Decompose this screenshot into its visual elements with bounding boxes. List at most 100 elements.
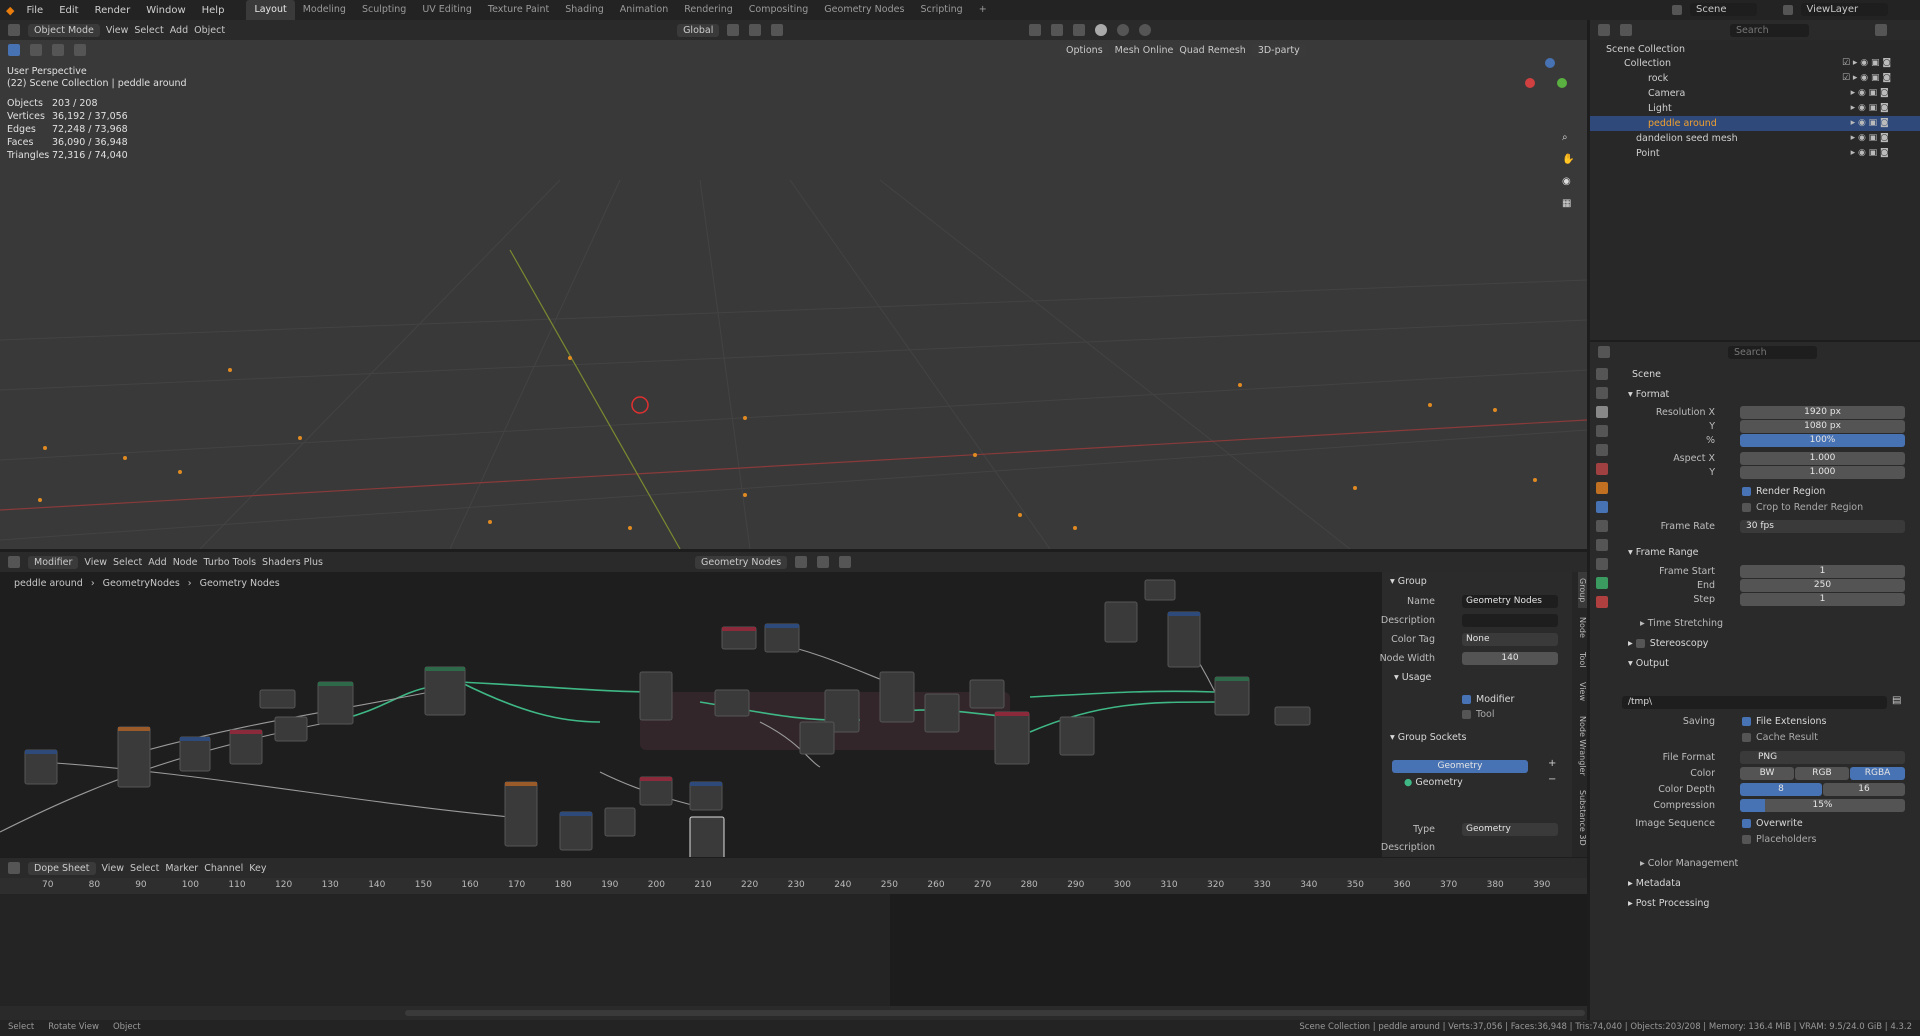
menu-edit[interactable]: Edit: [51, 5, 86, 16]
unlink-icon[interactable]: [817, 556, 830, 568]
viewlayer-selector[interactable]: ViewLayer: [1800, 3, 1889, 16]
visibility-toggles[interactable]: ☑ ▸ ◉ ▣ ◙ ☑ ▸ ◉ ▣ ◙ ▸ ◉ ▣ ◙ ▸ ◉ ▣ ◙ ▸ ◉ ▣…: [1842, 56, 1891, 161]
menu-select[interactable]: Select: [134, 25, 163, 36]
tab-compositing[interactable]: Compositing: [741, 0, 817, 20]
tab-sculpting[interactable]: Sculpting: [354, 0, 414, 20]
menu-view[interactable]: View: [106, 25, 129, 36]
gizmo-x-icon[interactable]: [1525, 78, 1535, 88]
side-tab-group[interactable]: Group: [1578, 572, 1587, 609]
blender-logo-icon[interactable]: ◆: [6, 4, 14, 17]
side-tab-node[interactable]: Node: [1578, 611, 1587, 644]
slider-compression[interactable]: 15%: [1740, 799, 1905, 812]
eye-icon[interactable]: ☑ ▸ ◉ ▣ ◙: [1842, 56, 1891, 71]
gizmo-z-icon[interactable]: [1545, 58, 1555, 68]
ds-menu-key[interactable]: Key: [249, 863, 266, 874]
field-resolution-percent[interactable]: 100%: [1740, 434, 1905, 447]
editor-type-icon[interactable]: [8, 24, 20, 36]
shading-solid-icon[interactable]: [1095, 24, 1108, 36]
checkbox-modifier[interactable]: Modifier: [1462, 694, 1514, 705]
field-resolution-x[interactable]: 1920 px: [1740, 406, 1905, 419]
socket-output-geometry[interactable]: Geometry: [1392, 760, 1528, 773]
eye-icon[interactable]: ▸ ◉ ▣ ◙: [1842, 101, 1891, 116]
color-bw-button[interactable]: BW: [1740, 767, 1794, 780]
navigation-gizmo[interactable]: [1525, 58, 1575, 108]
section-stereoscopy[interactable]: ▸ Stereoscopy: [1628, 638, 1708, 649]
xray-icon[interactable]: [1073, 24, 1086, 36]
horizontal-scrollbar[interactable]: [405, 1010, 1585, 1016]
ds-menu-view[interactable]: View: [102, 863, 125, 874]
checkbox-overwrite[interactable]: Overwrite: [1742, 818, 1803, 829]
node-mode-selector[interactable]: Modifier: [28, 555, 79, 569]
side-tab-tool[interactable]: Tool: [1578, 646, 1587, 674]
node-editor-type-icon[interactable]: [8, 556, 20, 568]
mode-selector[interactable]: Object Mode: [28, 23, 100, 37]
zoom-icon[interactable]: ⌕: [1562, 132, 1568, 143]
tab-rendering[interactable]: Rendering: [676, 0, 741, 20]
transform-orientation[interactable]: Global: [677, 23, 720, 37]
node-menu-view[interactable]: View: [84, 557, 107, 568]
tab-scripting[interactable]: Scripting: [912, 0, 970, 20]
checkbox-file-extensions[interactable]: File Extensions: [1742, 716, 1827, 727]
scene-selector[interactable]: Scene: [1690, 3, 1757, 16]
dropdown-frame-rate[interactable]: 30 fps: [1740, 520, 1905, 533]
output-path-field[interactable]: /tmp\: [1622, 696, 1887, 709]
tool-tab-icon[interactable]: [1596, 368, 1608, 380]
field-group-name[interactable]: Geometry Nodes: [1462, 595, 1558, 608]
eye-icon[interactable]: ▸ ◉ ▣ ◙: [1842, 116, 1891, 131]
dopesheet-mode[interactable]: Dope Sheet: [28, 861, 96, 875]
pan-hand-icon[interactable]: ✋: [1562, 154, 1574, 165]
checkbox-tool[interactable]: Tool: [1462, 709, 1494, 720]
node-menu-node[interactable]: Node: [173, 557, 198, 568]
menu-add[interactable]: Add: [170, 25, 188, 36]
checkbox-crop-region[interactable]: Crop to Render Region: [1742, 502, 1863, 513]
outliner-item-scene-collection[interactable]: Scene Collection: [1606, 42, 1685, 57]
section-format[interactable]: ▾ Format: [1628, 389, 1669, 400]
frame-ruler[interactable]: 70 80 90 100 110 120 130 140 150 160 170 180 190 200 2…: [0, 878, 1587, 894]
side-tab-node-wrangler[interactable]: Node Wrangler: [1578, 710, 1587, 782]
eye-icon[interactable]: ▸ ◉ ▣ ◙: [1842, 146, 1891, 161]
folder-icon[interactable]: ▤: [1892, 695, 1901, 706]
outliner-item-light[interactable]: Light: [1648, 101, 1672, 116]
add-socket-icon[interactable]: +: [1548, 758, 1556, 769]
field-aspect-y[interactable]: 1.000: [1740, 466, 1905, 479]
menu-object[interactable]: Object: [194, 25, 225, 36]
field-frame-end[interactable]: 250: [1740, 579, 1905, 592]
field-group-description[interactable]: [1462, 614, 1558, 627]
dropdown-socket-type[interactable]: Geometry: [1462, 823, 1558, 836]
eye-icon[interactable]: ▸ ◉ ▣ ◙: [1842, 86, 1891, 101]
remove-socket-icon[interactable]: −: [1548, 774, 1556, 785]
socket-input-geometry[interactable]: ● Geometry: [1404, 777, 1463, 788]
object-tab-icon[interactable]: [1596, 482, 1608, 494]
menu-help[interactable]: Help: [194, 5, 233, 16]
ds-menu-marker[interactable]: Marker: [165, 863, 198, 874]
checkbox-cache-result[interactable]: Cache Result: [1742, 732, 1818, 743]
tab-modeling[interactable]: Modeling: [295, 0, 354, 20]
field-resolution-y[interactable]: 1080 px: [1740, 420, 1905, 433]
tab-uv-editing[interactable]: UV Editing: [414, 0, 480, 20]
modifier-tab-icon[interactable]: [1596, 501, 1608, 513]
ds-menu-select[interactable]: Select: [130, 863, 159, 874]
gizmo-options-icon[interactable]: [1029, 24, 1042, 36]
add-workspace-icon[interactable]: +: [971, 0, 995, 20]
section-usage[interactable]: ▾ Usage: [1394, 672, 1431, 683]
section-output[interactable]: ▾ Output: [1628, 658, 1669, 669]
tab-animation[interactable]: Animation: [612, 0, 676, 20]
side-tab-substance[interactable]: Substance 3D: [1578, 784, 1587, 852]
field-frame-step[interactable]: 1: [1740, 593, 1905, 606]
section-color-management[interactable]: ▸ Color Management: [1640, 858, 1738, 869]
menu-render[interactable]: Render: [87, 5, 139, 16]
outliner-item-camera[interactable]: Camera: [1648, 86, 1685, 101]
physics-tab-icon[interactable]: [1596, 539, 1608, 551]
pin-icon[interactable]: [839, 556, 852, 568]
outliner-item-collection[interactable]: Collection: [1624, 56, 1671, 71]
tab-layout[interactable]: Layout: [246, 0, 295, 20]
render-tab-icon[interactable]: [1596, 387, 1608, 399]
tab-texture-paint[interactable]: Texture Paint: [480, 0, 557, 20]
properties-search[interactable]: Search: [1728, 345, 1817, 359]
dope-sheet[interactable]: Dope Sheet View Select Marker Channel Ke…: [0, 858, 1587, 1022]
field-node-width[interactable]: 140: [1462, 652, 1558, 665]
dropdown-file-format[interactable]: PNG: [1740, 751, 1905, 764]
section-post-processing[interactable]: ▸ Post Processing: [1628, 898, 1709, 909]
menu-window[interactable]: Window: [138, 5, 193, 16]
section-frame-range[interactable]: ▾ Frame Range: [1628, 547, 1699, 558]
